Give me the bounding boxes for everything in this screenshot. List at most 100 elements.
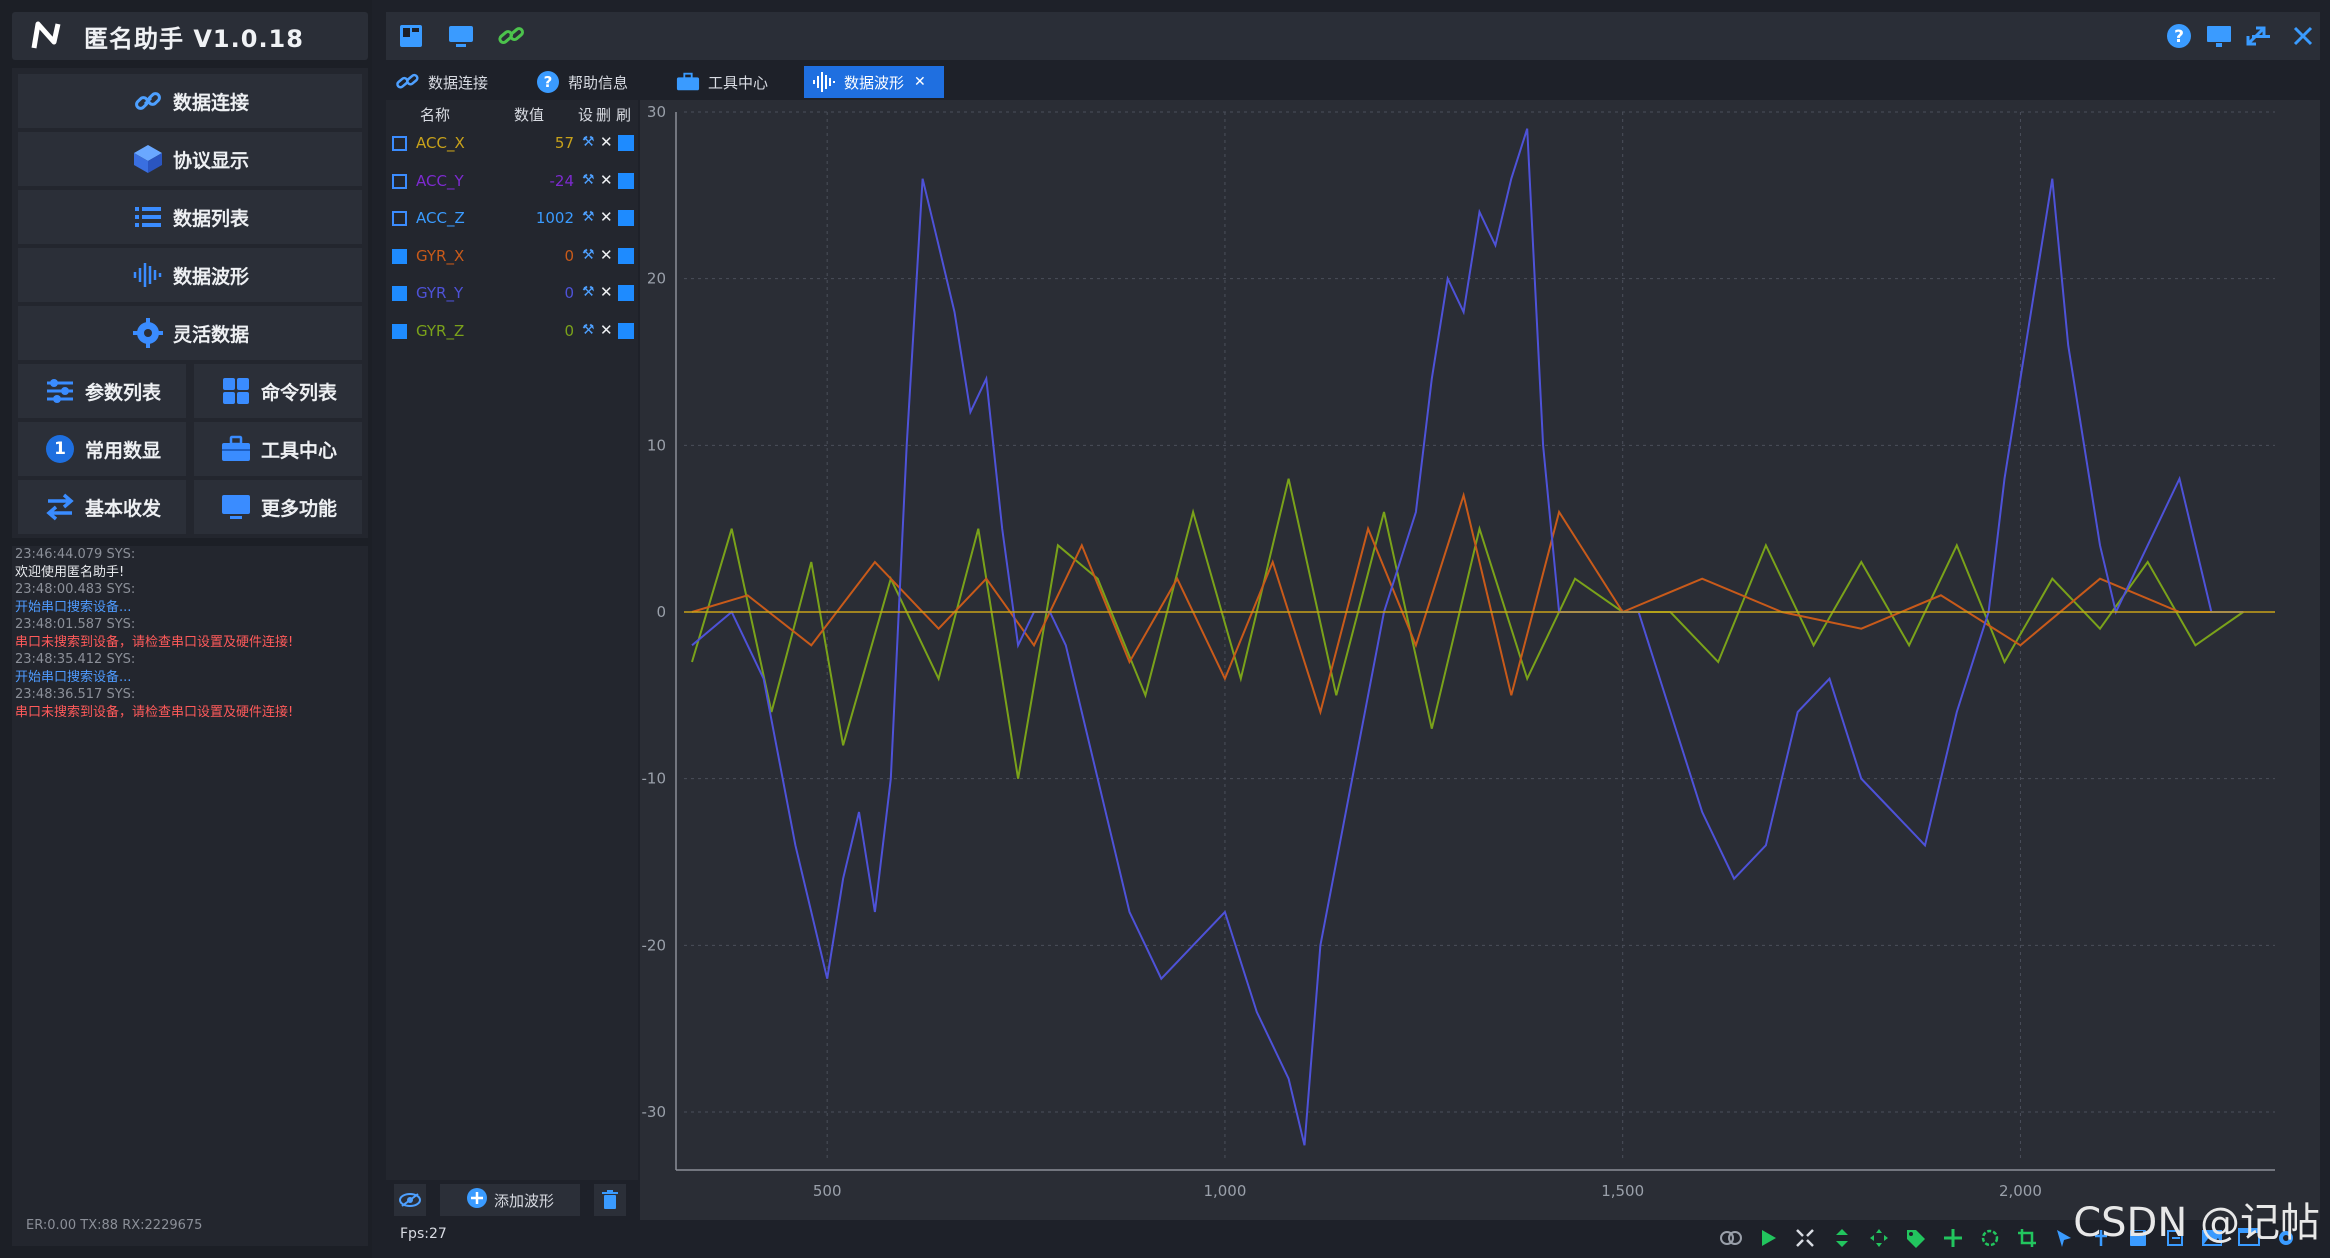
series-line-gyr_x: [691, 491, 2244, 716]
wrench-icon[interactable]: ⚒: [582, 284, 595, 300]
channel-checkbox[interactable]: [392, 286, 407, 301]
color-swatch[interactable]: [618, 322, 634, 339]
menu-data-wave[interactable]: 数据波形: [18, 248, 362, 302]
menu-more[interactable]: 更多功能: [194, 480, 362, 534]
help-icon: ?: [536, 70, 560, 94]
channel-name: GYR_X: [416, 246, 465, 265]
channel-checkbox[interactable]: [392, 136, 407, 151]
header-color: 刷: [616, 106, 632, 124]
channel-checkbox[interactable]: [392, 211, 407, 226]
svg-text:?: ?: [544, 73, 553, 91]
help-icon[interactable]: ?: [2164, 21, 2194, 51]
series-line-gyr_y: [691, 128, 2244, 1146]
move-icon[interactable]: [1939, 1224, 1967, 1252]
channel-name: GYR_Y: [416, 284, 464, 302]
channel-row[interactable]: ACC_Z 1002 ⚒ ✕: [386, 203, 638, 235]
wrench-icon[interactable]: ⚒: [582, 134, 595, 150]
menu-tool-center[interactable]: 工具中心: [194, 422, 362, 476]
x-tick-label: 1,500: [1601, 1182, 1644, 1200]
menu-command-list[interactable]: 命令列表: [194, 364, 362, 418]
channel-checkbox[interactable]: [392, 173, 407, 189]
color-swatch[interactable]: [618, 247, 634, 264]
delete-icon[interactable]: ✕: [600, 321, 613, 339]
y-tick-label: 20: [647, 270, 666, 288]
tab-help[interactable]: ? 帮助信息: [528, 66, 658, 98]
menu-data-connect[interactable]: 数据连接: [18, 74, 362, 128]
channel-value: 0: [564, 246, 574, 265]
chart-svg[interactable]: -30 -20 -10 0 10 20 30 500 1,000 1,500 2,000: [640, 100, 2320, 1220]
menu-data-list[interactable]: 数据列表: [18, 190, 362, 244]
tab-data-wave[interactable]: 数据波形 ✕: [804, 66, 944, 98]
link-toggle-icon[interactable]: [1717, 1224, 1745, 1252]
waveform-icon: [812, 70, 836, 94]
channel-row[interactable]: ACC_X 57 ⚒ ✕: [386, 128, 638, 160]
wrench-icon[interactable]: ⚒: [582, 172, 595, 188]
tag-icon[interactable]: [1902, 1224, 1930, 1252]
channel-row[interactable]: GYR_X 0 ⚒ ✕: [386, 241, 638, 273]
layout-icon[interactable]: [396, 21, 426, 51]
fullscreen-icon[interactable]: [1791, 1224, 1819, 1252]
color-swatch[interactable]: [618, 285, 634, 301]
channel-row[interactable]: GYR_Z 0 ⚒ ✕: [386, 316, 638, 348]
log-console[interactable]: 23:46:44.079 SYS: 欢迎使用匿名助手! 23:48:00.483…: [12, 546, 368, 1246]
monitor-icon[interactable]: [2204, 21, 2234, 51]
channel-name: ACC_X: [416, 134, 465, 152]
tab-data-connect[interactable]: 数据连接: [388, 66, 518, 98]
common-badge-number: 1: [54, 439, 66, 459]
eye-icon[interactable]: [394, 1184, 426, 1216]
menu-basic-txrx[interactable]: 基本收发: [18, 480, 186, 534]
play-icon[interactable]: [1754, 1224, 1782, 1252]
color-swatch[interactable]: [618, 210, 634, 226]
y-tick-label: -30: [642, 1103, 667, 1121]
bottom-bar: Fps:27: [386, 1220, 2320, 1258]
delete-icon[interactable]: ✕: [600, 208, 613, 226]
color-swatch[interactable]: [618, 135, 634, 151]
watermark: CSDN @记帖: [2073, 1200, 2320, 1246]
y-tick-label: 0: [656, 603, 666, 621]
link-icon: [131, 84, 165, 118]
delete-icon[interactable]: ✕: [600, 171, 613, 189]
channel-checkbox[interactable]: [392, 248, 407, 264]
wrench-icon[interactable]: ⚒: [582, 322, 595, 338]
maximize-icon[interactable]: [2241, 21, 2271, 51]
wrench-icon[interactable]: ⚒: [582, 247, 595, 263]
menu-common-display-label: 常用数显: [84, 439, 161, 462]
delete-icon[interactable]: ✕: [600, 283, 613, 301]
tab-label: 帮助信息: [568, 73, 629, 92]
trash-icon[interactable]: [594, 1184, 626, 1216]
waveform-chart[interactable]: -30 -20 -10 0 10 20 30 500 1,000 1,500 2,000: [640, 100, 2320, 1220]
x-tick-label: 2,000: [1999, 1182, 2042, 1200]
add-wave-button[interactable]: 添加波形: [440, 1184, 580, 1216]
tab-tool-center[interactable]: 工具中心: [668, 66, 798, 98]
menu-data-wave-label: 数据波形: [172, 265, 249, 288]
menu-param-list[interactable]: 参数列表: [18, 364, 186, 418]
tab-close-icon[interactable]: ✕: [914, 74, 926, 90]
vertical-arrows-icon[interactable]: [1828, 1224, 1856, 1252]
channel-row[interactable]: ACC_Y -24 ⚒ ✕: [386, 166, 638, 198]
link-icon[interactable]: [496, 21, 526, 51]
crosshair-icon[interactable]: [1865, 1224, 1893, 1252]
color-swatch[interactable]: [618, 172, 634, 189]
screen-icon[interactable]: [446, 21, 476, 51]
channel-value: 1002: [535, 209, 574, 227]
delete-icon[interactable]: ✕: [600, 246, 613, 264]
close-icon[interactable]: [2288, 21, 2318, 51]
tab-label: 数据连接: [428, 73, 489, 92]
delete-icon[interactable]: ✕: [600, 133, 613, 151]
crop-icon[interactable]: [2013, 1224, 2041, 1252]
top-toolbar: ?: [386, 12, 2320, 60]
menu-common-display[interactable]: 1 常用数显: [18, 422, 186, 476]
menu-flex-data[interactable]: 灵活数据: [18, 306, 362, 360]
swap-arrows-icon: [43, 490, 77, 524]
log-line: 23:48:36.517 SYS:: [15, 687, 136, 702]
channel-checkbox[interactable]: [392, 323, 407, 339]
wrench-icon[interactable]: ⚒: [582, 209, 595, 225]
menu-protocol-display[interactable]: 协议显示: [18, 132, 362, 186]
channel-row[interactable]: GYR_Y 0 ⚒ ✕: [386, 278, 638, 310]
menu-data-list-label: 数据列表: [172, 207, 249, 230]
svg-text:?: ?: [2174, 27, 2184, 47]
channel-name: ACC_Z: [416, 209, 465, 227]
channel-value: -24: [549, 171, 575, 190]
header-value: 数值: [514, 106, 545, 124]
refresh-icon[interactable]: [1976, 1224, 2004, 1252]
